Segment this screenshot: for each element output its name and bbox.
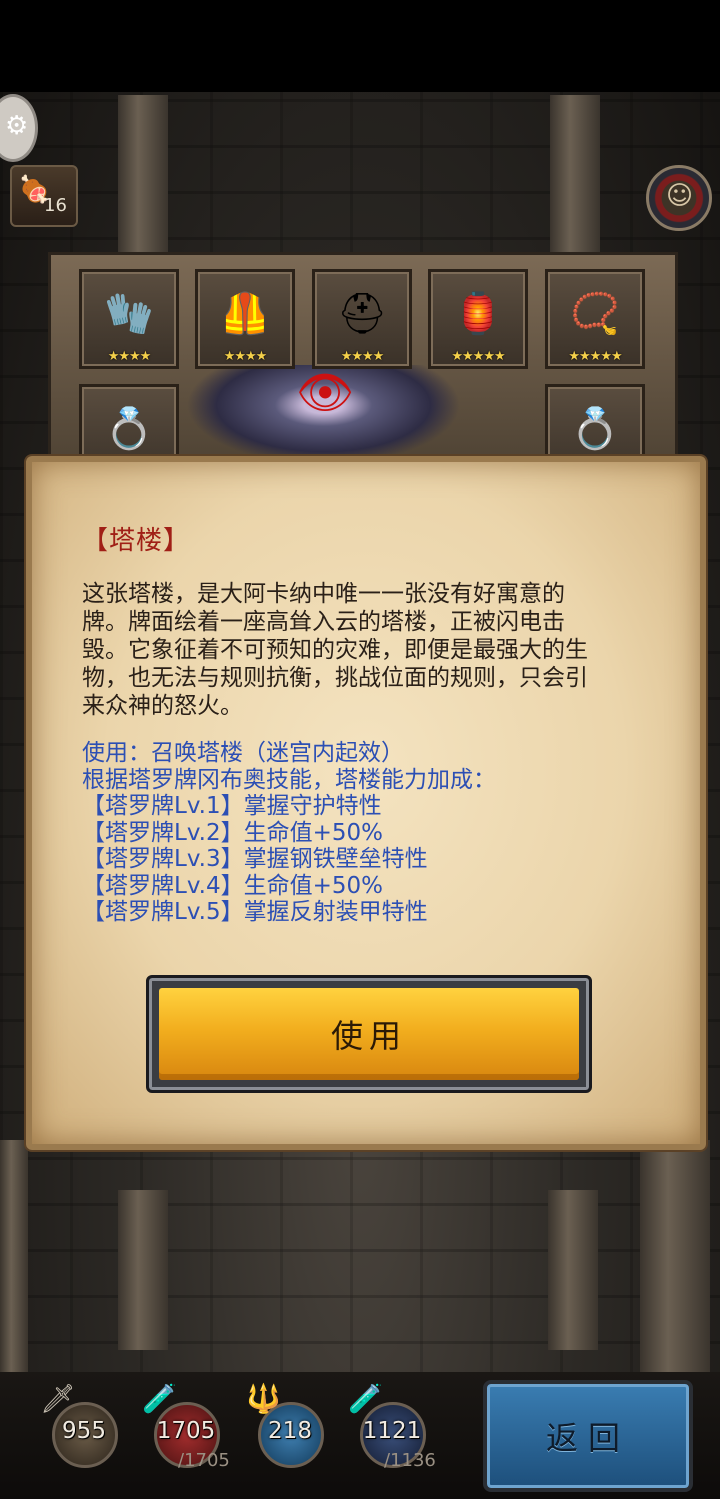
pillar-bottom-inner-left — [118, 1190, 168, 1350]
ring-icon: 💍 — [570, 406, 620, 452]
usage-line: 根据塔罗牌冈布奥技能，塔楼能力加成： — [82, 766, 496, 793]
hero-portrait-icon: ☺ — [666, 181, 694, 211]
armor-icon: 🦺 — [220, 291, 270, 337]
sword-icon: 🗡 — [40, 1382, 76, 1415]
magic-stat: 🔱 218 — [246, 1382, 350, 1480]
mp-stat: 🧪 1121 /1136 — [348, 1382, 452, 1480]
usage-info: 使用：召唤塔楼（迷宫内起效） 根据塔罗牌冈布奥技能，塔楼能力加成： 【塔罗牌Lv… — [82, 740, 642, 926]
star-rating: ★★★★★ — [568, 349, 622, 364]
hero-portrait-button[interactable]: ☺ — [646, 165, 712, 231]
use-button-label: 使用 — [330, 1017, 407, 1055]
lamp-icon: 🏮 — [453, 291, 503, 337]
equipment-slot-gauntlet[interactable]: 🧤 ★★★★ — [79, 269, 179, 369]
monster-illustration: 👁 — [186, 365, 461, 465]
pillar-bottom-left — [0, 1140, 28, 1372]
staff-icon: 🔱 — [246, 1382, 281, 1415]
food-counter[interactable]: 🍖 16 — [10, 165, 78, 227]
bracelet-icon: 💍 — [104, 406, 154, 452]
attack-stat: 🗡 955 — [40, 1382, 144, 1480]
pillar-bottom-inner-right — [548, 1190, 598, 1350]
star-rating: ★★★★ — [223, 349, 268, 364]
mp-max: /1136 — [384, 1450, 436, 1471]
dialog-title: 【塔楼】 — [82, 526, 191, 556]
mana-potion-icon: 🧪 — [348, 1382, 383, 1415]
amulet-icon: 📿 — [570, 291, 620, 337]
equipment-slot-armor[interactable]: 🦺 ★★★★ — [195, 269, 295, 369]
item-detail-dialog: 【塔楼】 这张塔楼，是大阿卡纳中唯一一张没有好寓意的牌。牌面绘着一座高耸入云的塔… — [26, 456, 706, 1150]
status-area — [0, 0, 720, 92]
magic-value: 218 — [268, 1418, 312, 1444]
usage-line: 【塔罗牌Lv.4】生命值+50% — [82, 872, 383, 899]
star-rating: ★★★★ — [107, 349, 152, 364]
food-count: 16 — [44, 195, 67, 216]
back-button[interactable]: 返回 — [483, 1380, 693, 1492]
equipment-slot-lamp[interactable]: 🏮 ★★★★★ — [428, 269, 528, 369]
hp-max: /1705 — [178, 1450, 230, 1471]
star-rating: ★★★★★ — [451, 349, 505, 364]
back-button-label: 返回 — [545, 1419, 630, 1457]
use-button[interactable]: 使用 — [146, 975, 592, 1093]
hp-value: 1705 — [156, 1418, 216, 1444]
usage-line: 【塔罗牌Lv.3】掌握钢铁壁垒特性 — [82, 846, 428, 872]
usage-line: 【塔罗牌Lv.5】掌握反射装甲特性 — [82, 899, 428, 925]
eye-icon: 👁 — [296, 365, 355, 419]
equipment-slot-amulet[interactable]: 📿 ★★★★★ — [545, 269, 645, 369]
item-description: 这张塔楼，是大阿卡纳中唯一一张没有好寓意的牌。牌面绘着一座高耸入云的塔楼，正被闪… — [82, 581, 588, 719]
mp-value: 1121 — [362, 1418, 422, 1444]
gauntlet-icon: 🧤 — [104, 291, 154, 337]
usage-line: 【塔罗牌Lv.1】掌握守护特性 — [82, 793, 382, 819]
equipment-slot-helmet[interactable]: ⛑ ★★★★ — [312, 269, 412, 369]
usage-line: 使用：召唤塔楼（迷宫内起效） — [82, 740, 404, 766]
star-rating: ★★★★ — [340, 349, 385, 364]
attack-value: 955 — [62, 1418, 106, 1444]
heart-potion-icon: 🧪 — [142, 1382, 177, 1415]
usage-line: 【塔罗牌Lv.2】生命值+50% — [82, 819, 383, 846]
gear-icon: ⚙ — [5, 111, 29, 141]
pillar-left — [118, 95, 168, 255]
helmet-icon: ⛑ — [336, 291, 388, 337]
pillar-bottom-right — [640, 1140, 710, 1372]
pillar-right — [550, 95, 600, 255]
hp-stat: 🧪 1705 /1705 — [142, 1382, 246, 1480]
